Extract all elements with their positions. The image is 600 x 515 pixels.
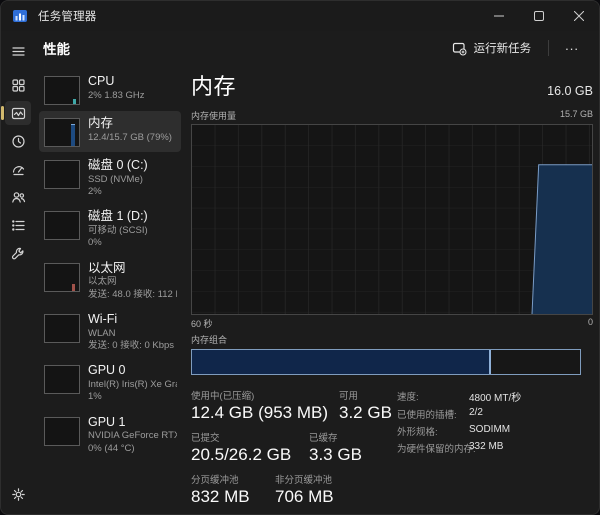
stat-label: 已缓存 (309, 430, 362, 444)
xaxis-left-label: 60 秒 (191, 317, 213, 330)
sidebar-item-title: 磁盘 0 (C:) (88, 158, 148, 174)
sidebar-item-detail: 2% 1.83 GHz (88, 90, 145, 102)
page-title: 性能 (43, 38, 70, 58)
run-new-task-button[interactable]: 运行新任务 (443, 35, 541, 61)
app-history-icon[interactable] (5, 129, 31, 153)
memory-usage-chart (191, 124, 593, 315)
performance-icon[interactable] (5, 101, 31, 125)
sidebar-item-title: 以太网 (88, 261, 177, 277)
stat-label: 已使用的插槽: (397, 407, 469, 421)
cpu-mini-chart (44, 76, 80, 105)
memory-stats: 使用中(已压缩) 12.4 GB (953 MB) 可用 3.2 GB (191, 388, 593, 514)
stat-label: 为硬件保留的内存: (397, 441, 469, 455)
stat-label: 已提交 (191, 430, 287, 444)
sidebar-item-detail: Intel(R) Iris(R) Xe Grap (88, 379, 177, 391)
sidebar-item-disk1[interactable]: 磁盘 1 (D:) 可移动 (SCSI) 0% (39, 204, 181, 254)
sidebar-item-detail: 以太网 (88, 276, 177, 288)
sidebar-item-detail: SSD (NVMe) (88, 174, 148, 186)
stat-value: 2/2 (469, 407, 483, 421)
sidebar-item-detail: WLAN (88, 328, 174, 340)
sidebar-item-title: 磁盘 1 (D:) (88, 209, 148, 225)
new-task-icon (452, 41, 467, 56)
usage-chart-label: 内存使用量 (191, 109, 236, 122)
sidebar-item-title: CPU (88, 74, 145, 90)
sidebar-item-title: 内存 (88, 116, 172, 132)
stat-value: 12.4 GB (953 MB) (191, 403, 317, 423)
window-controls (479, 1, 599, 31)
stat-label: 分页缓冲池 (191, 472, 253, 486)
run-new-task-label: 运行新任务 (474, 40, 532, 56)
memory-composition-bar (191, 349, 581, 375)
sidebar-item-title: GPU 0 (88, 363, 177, 379)
sidebar-item-gpu1[interactable]: GPU 1 NVIDIA GeForce RTX 0% (44 °C) (39, 410, 181, 460)
sidebar-item-detail: 0% (44 °C) (88, 443, 177, 455)
settings-gear-icon[interactable] (5, 482, 31, 506)
xaxis-right-label: 0 (588, 317, 593, 330)
sidebar-item-gpu0[interactable]: GPU 0 Intel(R) Iris(R) Xe Grap 1% (39, 358, 181, 408)
sidebar-item-title: GPU 1 (88, 415, 177, 431)
memory-mini-chart (44, 118, 80, 147)
stat-value: SODIMM (469, 424, 510, 438)
sidebar-item-detail: NVIDIA GeForce RTX (88, 430, 177, 442)
sidebar-item-title: Wi-Fi (88, 312, 174, 328)
users-icon[interactable] (5, 185, 31, 209)
memory-total: 16.0 GB (547, 84, 593, 101)
sidebar-item-detail: 1% (88, 391, 177, 403)
composition-in-use-segment (192, 350, 489, 374)
sidebar-item-detail: 12.4/15.7 GB (79%) (88, 132, 172, 144)
minimize-icon[interactable] (479, 1, 519, 31)
sidebar-item-cpu[interactable]: CPU 2% 1.83 GHz (39, 69, 181, 110)
gpu1-mini-chart (44, 417, 80, 446)
details-icon[interactable] (5, 213, 31, 237)
sidebar-item-memory[interactable]: 内存 12.4/15.7 GB (79%) (39, 111, 181, 152)
stat-value: 3.3 GB (309, 445, 362, 465)
more-options-button[interactable]: ... (557, 36, 587, 61)
stat-label: 可用 (339, 388, 392, 402)
stat-value: 3.2 GB (339, 403, 392, 423)
page-header: 性能 运行新任务 ... (35, 31, 599, 65)
gpu0-mini-chart (44, 365, 80, 394)
services-icon[interactable] (5, 241, 31, 265)
task-manager-app-icon (12, 8, 28, 24)
sidebar-item-wifi[interactable]: Wi-Fi WLAN 发送: 0 接收: 0 Kbps (39, 307, 181, 357)
window-title: 任务管理器 (38, 8, 97, 24)
title-bar: 任务管理器 (1, 1, 599, 31)
memory-panel: 内存 16.0 GB 内存使用量 15.7 GB (181, 65, 599, 514)
sidebar-item-detail: 0% (88, 237, 148, 249)
stat-label: 外形规格: (397, 424, 469, 438)
usage-chart-max: 15.7 GB (560, 109, 593, 122)
close-icon[interactable] (559, 1, 599, 31)
stat-label: 速度: (397, 389, 469, 404)
wifi-mini-chart (44, 314, 80, 343)
disk0-mini-chart (44, 160, 80, 189)
memory-usage-chart-svg (192, 125, 592, 314)
sidebar-item-disk0[interactable]: 磁盘 0 (C:) SSD (NVMe) 2% (39, 153, 181, 203)
stat-value: 4800 MT/秒 (469, 389, 521, 404)
stat-value: 706 MB (275, 487, 334, 507)
stat-label: 使用中(已压缩) (191, 388, 317, 402)
sidebar-item-detail: 发送: 48.0 接收: 112 K (88, 289, 177, 301)
composition-label: 内存组合 (191, 333, 593, 346)
stat-value: 332 MB (469, 441, 503, 455)
header-divider (548, 40, 549, 56)
startup-apps-icon[interactable] (5, 157, 31, 181)
disk1-mini-chart (44, 211, 80, 240)
performance-sidebar: CPU 2% 1.83 GHz 内存 12.4/15.7 GB (79%) (35, 65, 181, 514)
task-manager-window: 任务管理器 (0, 0, 600, 515)
stat-value: 832 MB (191, 487, 253, 507)
processes-icon[interactable] (5, 73, 31, 97)
maximize-icon[interactable] (519, 1, 559, 31)
sidebar-item-detail: 可移动 (SCSI) (88, 225, 148, 237)
sidebar-item-detail: 发送: 0 接收: 0 Kbps (88, 340, 174, 352)
ethernet-mini-chart (44, 263, 80, 292)
stat-value: 20.5/26.2 GB (191, 445, 287, 465)
stat-label: 非分页缓冲池 (275, 472, 334, 486)
menu-icon[interactable] (5, 39, 31, 63)
sidebar-item-detail: 2% (88, 186, 148, 198)
sidebar-item-ethernet[interactable]: 以太网 以太网 发送: 48.0 接收: 112 K (39, 256, 181, 306)
composition-divider (489, 350, 491, 374)
nav-rail (1, 31, 35, 514)
memory-title: 内存 (191, 69, 236, 101)
